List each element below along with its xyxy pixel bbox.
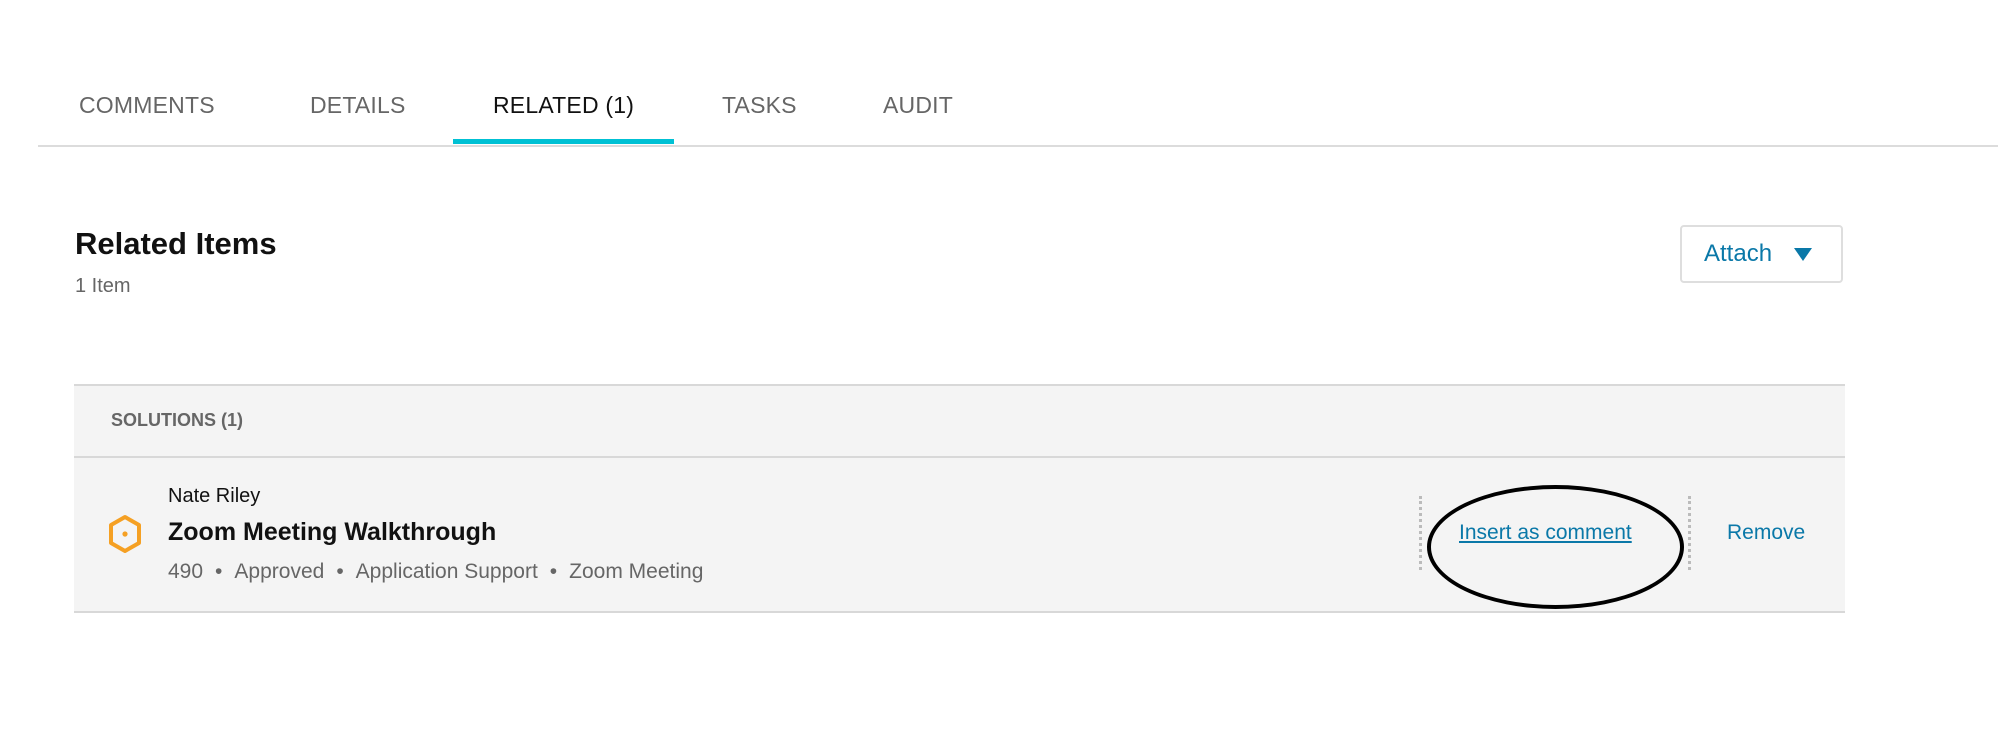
attach-label: Attach: [1704, 240, 1773, 267]
item-subcategory: Zoom Meeting: [569, 560, 704, 583]
tab-details[interactable]: DETAILS: [310, 92, 406, 119]
item-status: Approved: [234, 560, 325, 583]
tab-comments[interactable]: COMMENTS: [79, 92, 215, 119]
group-header: SOLUTIONS (1): [74, 386, 1845, 458]
page-title: Related Items: [75, 226, 277, 261]
group-label: SOLUTIONS (1): [111, 410, 244, 430]
item-count: 1 Item: [75, 275, 131, 297]
related-items-table: SOLUTIONS (1) Nate Riley Zoom Meeting Wa…: [74, 384, 1845, 613]
separator: •: [336, 560, 344, 583]
item-category: Application Support: [355, 560, 538, 583]
solution-hexagon-icon: [109, 515, 141, 553]
tab-bar: COMMENTS DETAILS RELATED (1) TASKS AUDIT: [38, 88, 1998, 147]
item-author: Nate Riley: [168, 485, 261, 507]
insert-as-comment-link[interactable]: Insert as comment: [1459, 521, 1632, 545]
tab-tasks[interactable]: TASKS: [722, 92, 797, 119]
remove-link[interactable]: Remove: [1727, 521, 1805, 545]
item-id: 490: [168, 560, 204, 583]
caret-down-icon: [1794, 247, 1813, 261]
attach-button[interactable]: Attach: [1680, 225, 1843, 283]
tab-audit[interactable]: AUDIT: [883, 92, 953, 119]
active-tab-indicator: [453, 139, 674, 144]
separator: •: [215, 560, 223, 583]
divider: [1688, 496, 1691, 570]
item-meta: 490 • Approved • Application Support • Zoom Me…: [168, 560, 703, 584]
tab-related[interactable]: RELATED (1): [493, 92, 634, 119]
separator: •: [549, 560, 558, 583]
divider: [1419, 496, 1422, 570]
item-title[interactable]: Zoom Meeting Walkthrough: [168, 518, 496, 547]
